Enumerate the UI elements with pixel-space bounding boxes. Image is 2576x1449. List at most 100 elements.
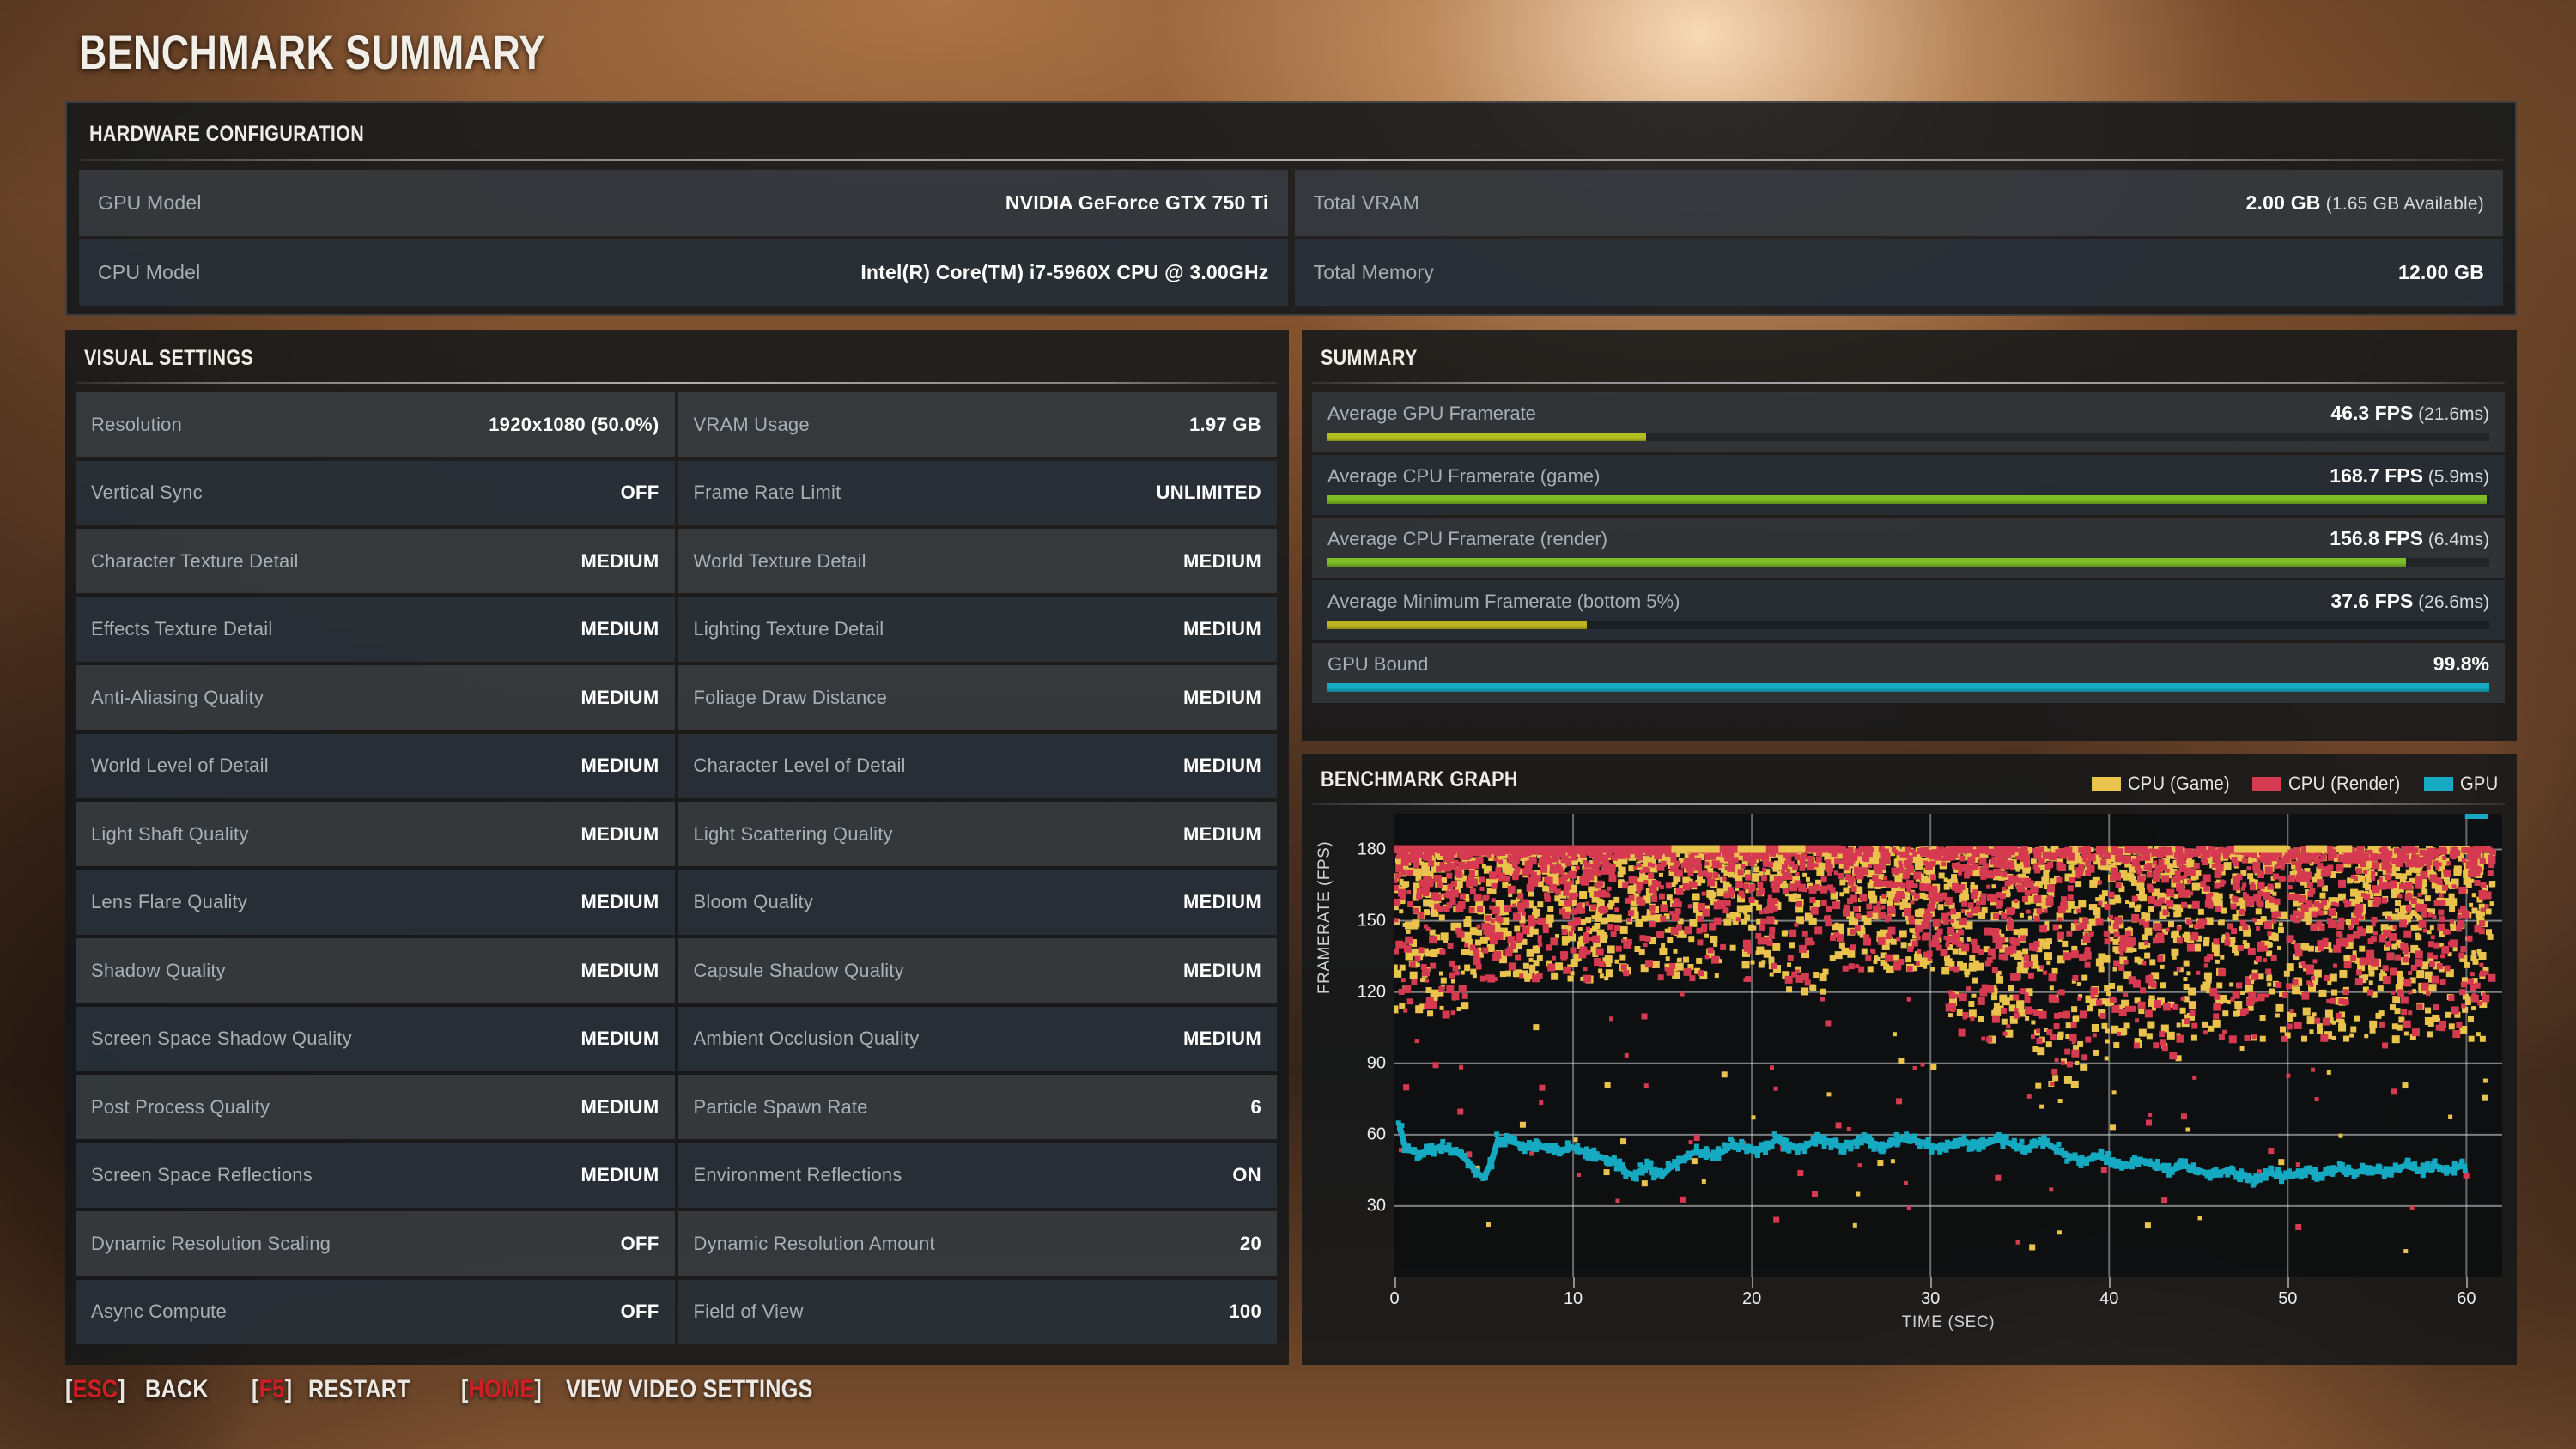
summary-row-bar-track: [1327, 495, 2489, 504]
footer-key-hint[interactable]: [HOME] VIEW VIDEO SETTINGS: [461, 1375, 860, 1404]
setting-row[interactable]: Light Shaft Quality MEDIUM: [76, 802, 675, 866]
setting-row[interactable]: Light Scattering Quality MEDIUM: [677, 802, 1277, 866]
summary-row-head: Average CPU Framerate (render) 156.8 FPS …: [1327, 527, 2489, 550]
legend-label: CPU (Render): [2287, 773, 2401, 794]
chart-series-cpu-game: [1394, 846, 2496, 1254]
setting-row[interactable]: Character Texture Detail MEDIUM: [76, 529, 675, 593]
setting-row[interactable]: Field of View 100: [677, 1279, 1277, 1344]
setting-row[interactable]: Ambient Occlusion Quality MEDIUM: [677, 1006, 1277, 1071]
setting-value: MEDIUM: [580, 1095, 659, 1118]
chart-x-tick-mark: [2287, 1277, 2290, 1288]
chart-y-tick-label: 60: [1366, 1125, 1386, 1144]
setting-label: Dynamic Resolution Amount: [693, 1232, 935, 1254]
benchmark-graph-header: BENCHMARK GRAPH: [1321, 767, 1518, 791]
setting-row[interactable]: World Level of Detail MEDIUM: [76, 733, 675, 798]
hardware-configuration-header: HARDWARE CONFIGURATION: [89, 122, 365, 146]
setting-value: MEDIUM: [1182, 822, 1261, 845]
setting-row[interactable]: Resolution 1920x1080 (50.0%): [76, 392, 675, 457]
chart-x-tick-label: 40: [2099, 1289, 2119, 1308]
visual-settings-panel: VISUAL SETTINGS Resolution 1920x1080 (50.…: [65, 330, 1289, 1365]
setting-label: Vertical Sync: [91, 482, 203, 503]
setting-row[interactable]: Screen Space Shadow Quality MEDIUM: [76, 1006, 675, 1071]
summary-row-frametime: (6.4ms): [2422, 530, 2489, 549]
summary-header: SUMMARY: [1321, 346, 1418, 370]
setting-label: World Texture Detail: [693, 549, 866, 572]
summary-row-label: GPU Bound: [1327, 653, 1429, 675]
setting-label: Capsule Shadow Quality: [693, 959, 904, 981]
hardware-row: GPU Model NVIDIA GeForce GTX 750 Ti: [79, 170, 1288, 236]
setting-row[interactable]: Anti-Aliasing Quality MEDIUM: [76, 665, 675, 730]
visual-settings-rows: Resolution 1920x1080 (50.0%) VRAM Usage 1.9…: [76, 392, 1277, 1352]
setting-row[interactable]: Dynamic Resolution Scaling OFF: [76, 1211, 675, 1276]
setting-value: MEDIUM: [580, 549, 659, 572]
setting-value: MEDIUM: [580, 686, 659, 708]
setting-value: MEDIUM: [580, 618, 659, 640]
summary-row-bar-fill: [1327, 683, 2489, 692]
chart-plot-wrapper: FRAMERATE (FPS) 30 60 90 120 150 180 0 10 20 30 4…: [1312, 814, 2505, 1351]
setting-value: MEDIUM: [1182, 755, 1261, 776]
setting-row[interactable]: Lens Flare Quality MEDIUM: [76, 870, 675, 935]
setting-value: OFF: [620, 1232, 659, 1254]
chart-svg: [1394, 814, 2502, 1277]
setting-value: 6: [1250, 1095, 1261, 1118]
setting-row[interactable]: VRAM Usage 1.97 GB: [677, 392, 1277, 457]
chart-x-tick-mark: [1930, 1277, 1933, 1288]
summary-row-value: 46.3 FPS (21.6ms): [2330, 402, 2489, 424]
chart-cap-line-game: [1778, 845, 1806, 853]
setting-value: 100: [1229, 1300, 1261, 1322]
setting-row[interactable]: Vertical Sync OFF: [76, 460, 675, 525]
setting-row[interactable]: Screen Space Reflections MEDIUM: [76, 1143, 675, 1208]
setting-row[interactable]: Shadow Quality MEDIUM: [76, 938, 675, 1003]
setting-row[interactable]: Bloom Quality MEDIUM: [677, 870, 1277, 935]
setting-label: VRAM Usage: [693, 413, 810, 435]
setting-row[interactable]: Async Compute OFF: [76, 1279, 675, 1344]
page-title: BENCHMARK SUMMARY: [79, 25, 545, 79]
setting-value: 20: [1239, 1232, 1261, 1254]
setting-row[interactable]: Post Process Quality MEDIUM: [76, 1075, 675, 1139]
chart-cap-line-game: [2233, 845, 2288, 853]
divider: [1312, 803, 2505, 805]
setting-row[interactable]: Foliage Draw Distance MEDIUM: [677, 665, 1277, 730]
setting-label: Character Level of Detail: [693, 755, 906, 776]
footer-key-hint[interactable]: [F5] RESTART: [252, 1375, 430, 1404]
setting-label: Async Compute: [91, 1300, 227, 1322]
setting-value: MEDIUM: [1182, 1028, 1261, 1049]
setting-row[interactable]: Lighting Texture Detail MEDIUM: [677, 597, 1277, 662]
summary-row-bar-track: [1327, 433, 2489, 441]
setting-row[interactable]: Environment Reflections ON: [677, 1143, 1277, 1208]
setting-label: Foliage Draw Distance: [693, 686, 888, 708]
chart-x-ticks: 0 10 20 30 40 50 60: [1389, 1277, 2502, 1312]
hardware-configuration-panel: HARDWARE CONFIGURATION GPU Model NVIDIA G…: [65, 101, 2517, 316]
setting-row[interactable]: Dynamic Resolution Amount 20: [677, 1211, 1277, 1276]
setting-label: Character Texture Detail: [91, 549, 299, 572]
setting-row[interactable]: Particle Spawn Rate 6: [677, 1075, 1277, 1139]
chart-x-tick-label: 50: [2278, 1289, 2298, 1308]
hardware-row-value: Intel(R) Core(TM) i7-5960X CPU @ 3.00GHz: [860, 261, 1269, 283]
chart-x-tick-label: 60: [2457, 1289, 2476, 1308]
chart-y-tick-label: 30: [1366, 1196, 1386, 1216]
setting-row[interactable]: Character Level of Detail MEDIUM: [677, 733, 1277, 798]
chart-x-axis-label: TIME (SEC): [1901, 1313, 1996, 1331]
hardware-row-label: Total VRAM: [1313, 191, 1419, 214]
summary-row-frametime: (5.9ms): [2422, 467, 2489, 487]
setting-value: MEDIUM: [580, 822, 659, 845]
setting-label: Post Process Quality: [91, 1095, 270, 1118]
summary-row-head: Average GPU Framerate 46.3 FPS (21.6ms): [1327, 402, 2489, 425]
setting-row[interactable]: Frame Rate Limit UNLIMITED: [677, 460, 1277, 525]
summary-row-label: Average CPU Framerate (render): [1327, 528, 1608, 549]
setting-value: UNLIMITED: [1156, 482, 1261, 503]
setting-row[interactable]: Effects Texture Detail MEDIUM: [76, 597, 675, 662]
chart-x-tick-label: 10: [1563, 1289, 1583, 1308]
summary-row-value: 156.8 FPS (6.4ms): [2330, 527, 2489, 549]
legend-swatch-icon: [2423, 776, 2453, 791]
setting-row[interactable]: World Texture Detail MEDIUM: [677, 529, 1277, 593]
summary-row: GPU Bound 99.8%: [1312, 643, 2505, 703]
chart-x-tick-mark: [2466, 1277, 2469, 1288]
summary-row-value: 99.8%: [2433, 652, 2489, 675]
chart-x-tick-mark: [2109, 1277, 2111, 1288]
chart-cap-line-game: [2337, 845, 2353, 853]
footer-key-hint[interactable]: [ESC] BACK: [65, 1375, 221, 1404]
summary-row-frametime: (26.6ms): [2413, 592, 2489, 612]
setting-row[interactable]: Capsule Shadow Quality MEDIUM: [677, 938, 1277, 1003]
chart-x-tick-label: 30: [1921, 1289, 1941, 1308]
